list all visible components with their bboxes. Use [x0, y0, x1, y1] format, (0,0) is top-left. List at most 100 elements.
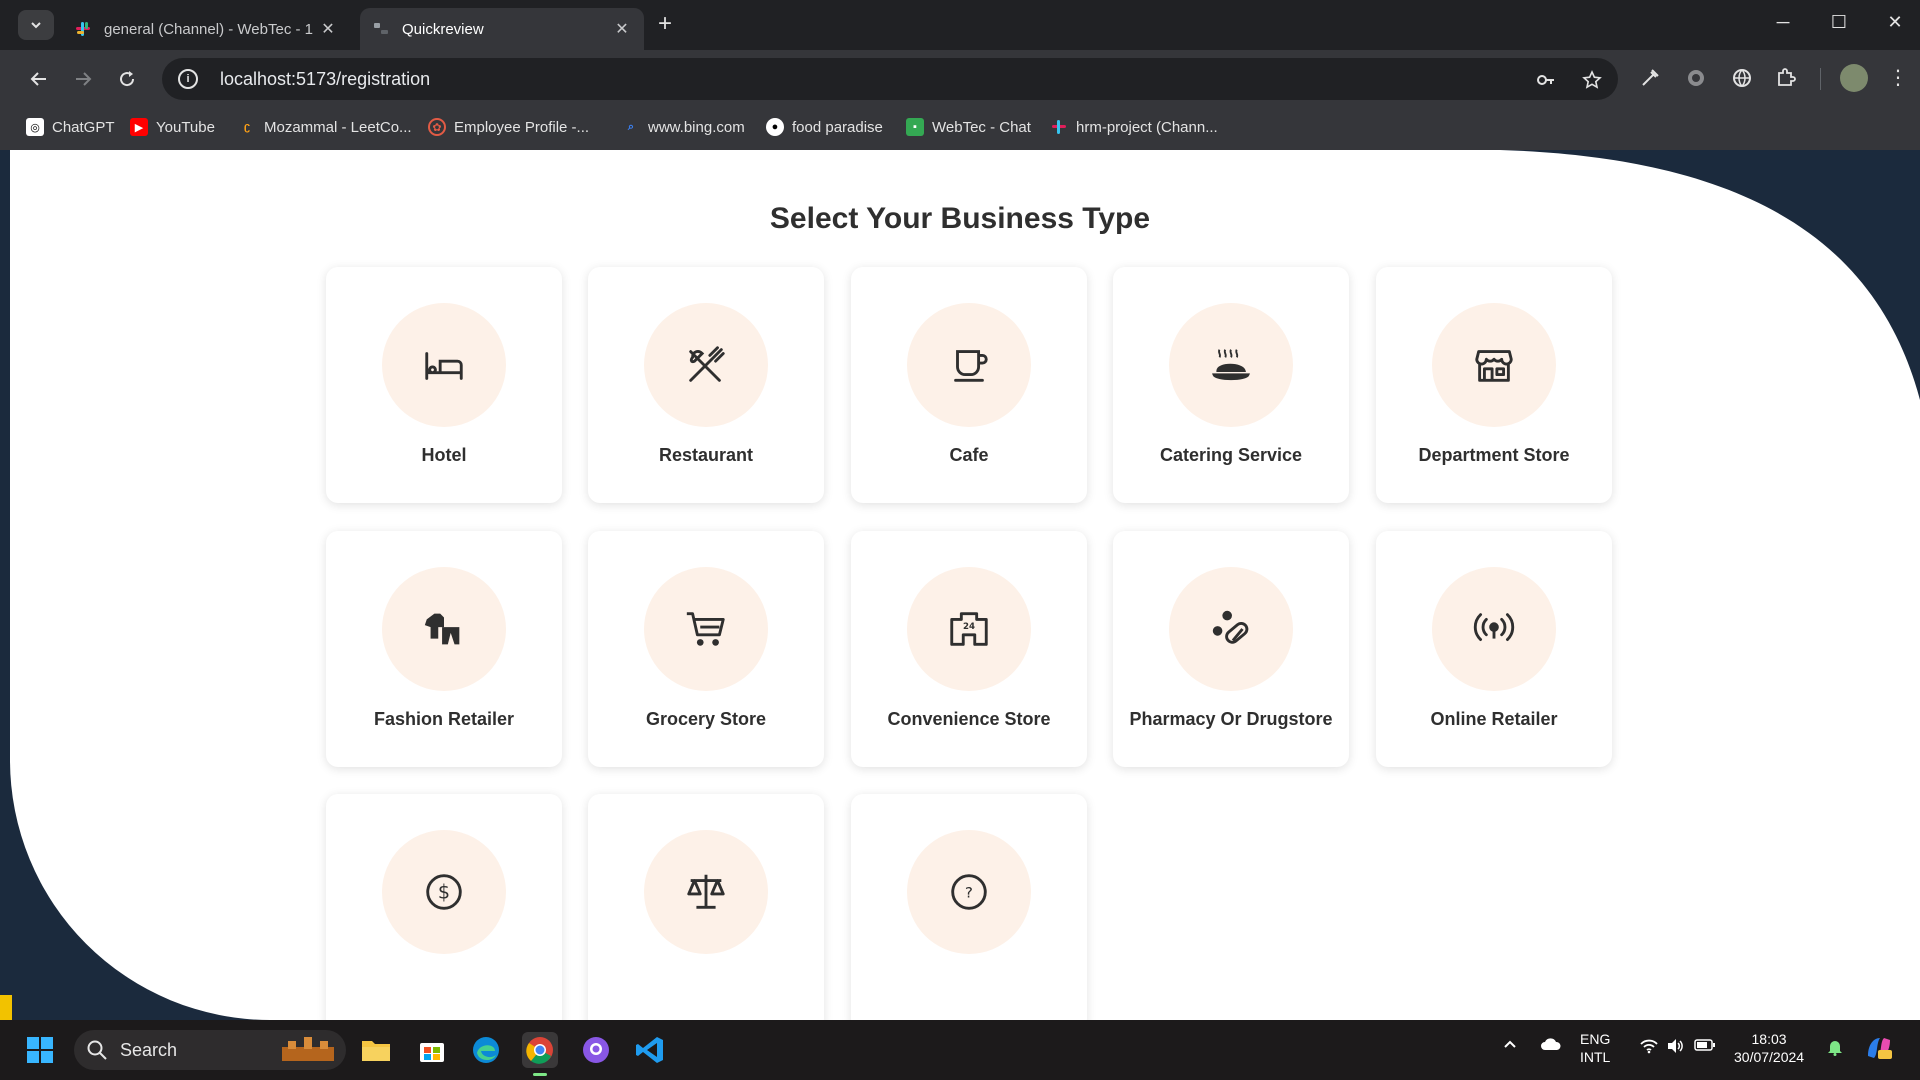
url-text: localhost:5173/registration: [220, 68, 431, 89]
business-type-card-fashion-retailer[interactable]: Fashion Retailer: [326, 531, 562, 767]
tab-search-button[interactable]: [18, 10, 54, 40]
close-window-icon[interactable]: ✕: [1880, 12, 1910, 33]
employee-profile-icon: ✿: [428, 118, 446, 136]
notification-bell-icon[interactable]: [1826, 1038, 1844, 1060]
business-type-label: Restaurant: [658, 445, 754, 465]
business-type-card-online-retailer[interactable]: Online Retailer: [1376, 531, 1612, 767]
battery-icon[interactable]: [1694, 1038, 1716, 1056]
business-type-card-convenience-store[interactable]: 24 Convenience Store: [851, 531, 1087, 767]
chevron-down-icon: [31, 22, 41, 29]
clock-time: 18:03: [1751, 1031, 1787, 1047]
bookmark-food-paradise[interactable]: ● food paradise: [766, 118, 883, 136]
tab-quickreview[interactable]: Quickreview ✕: [360, 8, 644, 50]
business-type-card-department-store[interactable]: Department Store: [1376, 267, 1612, 503]
bookmark-chatgpt[interactable]: ◎ ChatGPT: [26, 118, 115, 136]
windows-taskbar: Search ENG INTL 18:03 30/07/2024: [0, 1020, 1920, 1080]
clock[interactable]: 18:03 30/07/2024: [1734, 1030, 1804, 1066]
edge-marker: [0, 995, 12, 1020]
icon-circle: ?: [907, 830, 1031, 954]
bookmark-youtube[interactable]: ▶ YouTube: [130, 118, 215, 136]
github-desktop-app[interactable]: [578, 1032, 614, 1068]
slack-icon: [76, 22, 90, 36]
business-type-card-other[interactable]: ?: [851, 794, 1087, 1020]
folder-icon: [362, 1041, 390, 1061]
edge-browser-app[interactable]: [468, 1032, 504, 1068]
volume-icon[interactable]: [1666, 1038, 1684, 1058]
close-tab-icon[interactable]: ✕: [318, 19, 338, 39]
back-button[interactable]: [26, 66, 52, 92]
slack-icon: [1052, 120, 1066, 134]
catering-dish-icon: [1212, 349, 1250, 381]
business-type-label: Fashion Retailer: [373, 709, 515, 729]
browser-tab-strip: general (Channel) - WebTec - 1 ✕ Quickre…: [0, 0, 1920, 50]
business-type-card-catering-service[interactable]: Catering Service: [1113, 267, 1349, 503]
bookmark-label: food paradise: [792, 118, 883, 136]
profile-avatar[interactable]: [1840, 64, 1868, 92]
business-type-label: Pharmacy Or Drugstore: [1129, 709, 1333, 729]
store-24-icon: 24: [950, 612, 988, 646]
tab-title: Quickreview: [402, 20, 484, 38]
site-info-icon[interactable]: i: [178, 69, 198, 89]
chrome-icon: [526, 1037, 553, 1064]
extension-circle-icon[interactable]: [1684, 66, 1708, 90]
onedrive-icon[interactable]: [1540, 1036, 1562, 1056]
puzzle-extensions-icon[interactable]: [1774, 66, 1798, 90]
business-type-card-hotel[interactable]: Hotel: [326, 267, 562, 503]
reload-button[interactable]: [114, 66, 140, 92]
business-type-card-pharmacy[interactable]: Pharmacy Or Drugstore: [1113, 531, 1349, 767]
chevron-up-icon: [1504, 1040, 1516, 1048]
bookmark-label: hrm-project (Chann...: [1076, 118, 1218, 136]
bookmark-leetcode[interactable]: ʗ Mozammal - LeetCo...: [238, 118, 412, 136]
business-type-card-grocery-store[interactable]: Grocery Store: [588, 531, 824, 767]
business-type-card-finance[interactable]: $: [326, 794, 562, 1020]
minimize-window-icon[interactable]: ─: [1768, 12, 1798, 33]
close-tab-icon[interactable]: ✕: [612, 19, 632, 39]
taskbar-search-box[interactable]: Search: [74, 1030, 346, 1070]
copilot-icon[interactable]: [1864, 1034, 1894, 1066]
svg-text:$: $: [438, 881, 450, 904]
bing-search-icon: ⌕: [627, 120, 635, 133]
show-hidden-icons-button[interactable]: [1502, 1036, 1518, 1056]
vscode-app[interactable]: [632, 1032, 668, 1068]
password-key-icon[interactable]: [1536, 70, 1556, 90]
file-explorer-app[interactable]: [358, 1032, 394, 1068]
icon-circle: [1432, 303, 1556, 427]
business-type-label: Convenience Store: [887, 709, 1051, 729]
maximize-window-icon[interactable]: ☐: [1824, 12, 1854, 33]
icon-circle: [382, 303, 506, 427]
shopping-cart-icon: [686, 612, 725, 646]
business-type-card-restaurant[interactable]: Restaurant: [588, 267, 824, 503]
icon-circle: [1169, 567, 1293, 691]
bookmark-label: WebTec - Chat: [932, 118, 1031, 136]
chrome-browser-app[interactable]: [522, 1032, 558, 1076]
scale-icon: [687, 874, 725, 909]
leetcode-icon: ʗ: [243, 121, 251, 133]
github-desktop-icon: [583, 1037, 609, 1063]
business-type-label: Cafe: [949, 445, 989, 465]
start-button[interactable]: [22, 1032, 58, 1068]
browser-menu-icon[interactable]: ⋮: [1888, 64, 1908, 92]
language-indicator[interactable]: ENG INTL: [1580, 1030, 1610, 1066]
chatgpt-icon: ◎: [26, 118, 44, 136]
bookmark-label: Mozammal - LeetCo...: [264, 118, 412, 136]
wifi-icon[interactable]: [1640, 1038, 1658, 1058]
bookmark-hrm-project[interactable]: hrm-project (Chann...: [1050, 118, 1218, 136]
broadcast-icon: [1473, 613, 1515, 641]
eyedropper-icon[interactable]: [1638, 66, 1662, 90]
icon-circle: [644, 567, 768, 691]
bookmark-employee-profile[interactable]: ✿ Employee Profile -...: [428, 118, 589, 136]
microsoft-store-app[interactable]: [414, 1032, 450, 1068]
address-bar[interactable]: i localhost:5173/registration: [162, 58, 1618, 100]
business-type-card-cafe[interactable]: Cafe: [851, 267, 1087, 503]
bookmark-star-icon[interactable]: [1582, 70, 1602, 90]
bookmark-bing[interactable]: ⌕ www.bing.com: [622, 118, 745, 136]
bookmark-webtec-chat[interactable]: ▪ WebTec - Chat: [906, 118, 1031, 136]
icon-circle: 24: [907, 567, 1031, 691]
new-tab-button[interactable]: +: [658, 12, 672, 36]
forward-button[interactable]: [70, 66, 96, 92]
business-type-card-legal[interactable]: [588, 794, 824, 1020]
bookmark-label: YouTube: [156, 118, 215, 136]
tab-general-channel[interactable]: general (Channel) - WebTec - 1 ✕: [62, 8, 350, 50]
coffee-cup-icon: [954, 350, 988, 382]
globe-icon[interactable]: [1730, 66, 1754, 90]
